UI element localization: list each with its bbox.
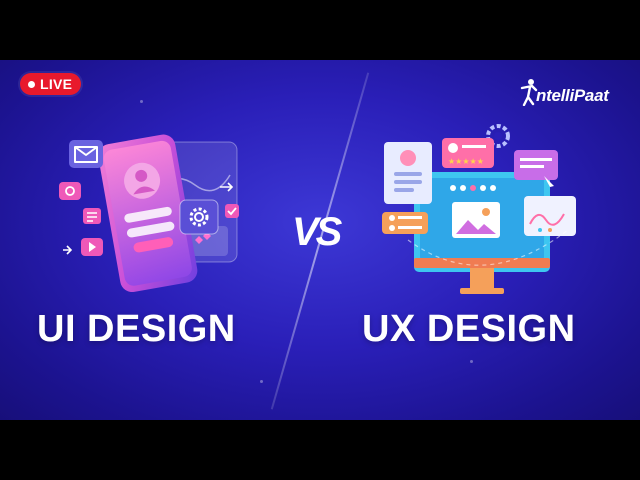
letterbox-top <box>0 0 640 60</box>
sparkle <box>470 360 473 363</box>
live-label: LIVE <box>40 76 73 92</box>
live-dot-icon <box>28 80 35 88</box>
vs-label: VS <box>292 210 342 254</box>
sparkle <box>260 380 263 383</box>
profile-card-icon <box>384 142 432 204</box>
chart-card-icon <box>524 196 576 236</box>
phone-ui-illustration <box>59 134 239 293</box>
rating-stars-icon: ★★★★★ <box>442 138 494 168</box>
sparkle <box>140 100 143 103</box>
letterbox-bottom <box>0 420 640 480</box>
svg-text:★★★★★: ★★★★★ <box>448 157 484 166</box>
logo-text: ntelliPaat <box>536 86 609 105</box>
ux-design-title: UX DESIGN <box>362 308 576 350</box>
thumbnail-frame: LIVE ntelliPaat VS ★★★★★ UI DESIGN UX DE… <box>0 60 640 420</box>
live-badge: LIVE <box>20 73 82 95</box>
ui-design-title: UI DESIGN <box>37 308 236 350</box>
monitor-ux-illustration: ★★★★★ <box>382 124 576 294</box>
intellipaat-logo: ntelliPaat <box>518 78 609 106</box>
logo-figure-icon <box>520 79 538 106</box>
image-icon <box>452 202 500 238</box>
